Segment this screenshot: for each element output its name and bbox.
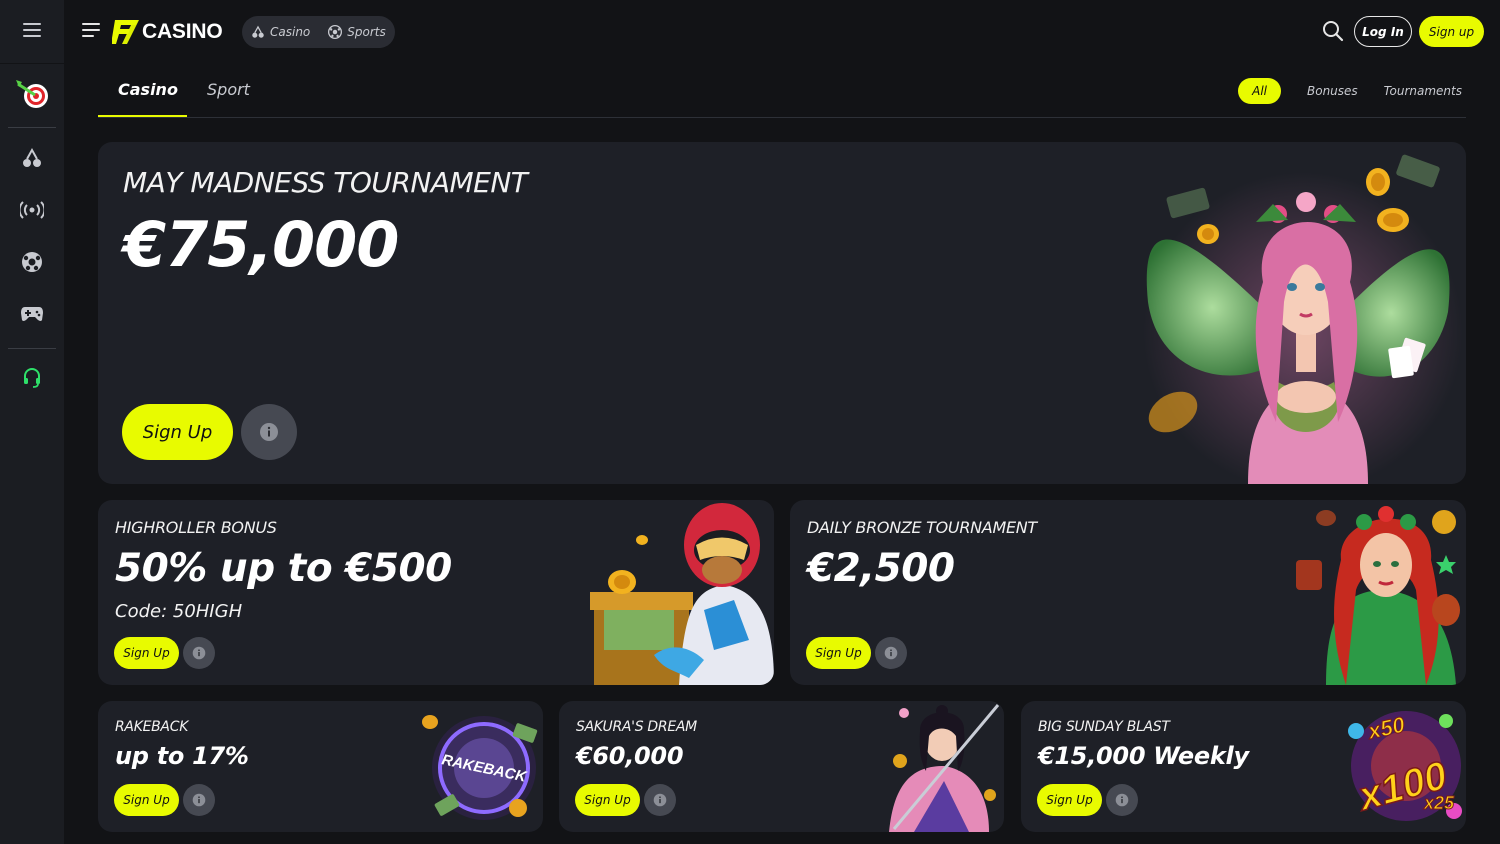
logo-text: CASINO (142, 20, 223, 43)
cherry-icon (21, 147, 43, 173)
tab-casino[interactable]: Casino (118, 80, 178, 99)
dart-target-icon (12, 74, 52, 118)
promo-amount: 50% up to €500 (115, 546, 452, 591)
promo-title: SAKURA'S DREAM (576, 719, 697, 735)
logo-mark-icon (112, 20, 139, 44)
sign-up-button[interactable]: Sign Up (114, 784, 179, 816)
info-icon (1115, 793, 1129, 807)
promo-amount: €60,000 (576, 742, 684, 770)
filter-all[interactable]: All (1238, 78, 1281, 104)
sign-up-button[interactable]: Sign Up (1037, 784, 1102, 816)
promo-title: MAY MADNESS TOURNAMENT (123, 166, 528, 199)
promo-card-big-sunday-blast[interactable]: BIG SUNDAY BLAST €15,000 Weekly Sign Up … (1021, 701, 1466, 832)
multiplier-x25: x25 (1423, 793, 1455, 813)
filter-tournaments[interactable]: Tournaments (1384, 84, 1462, 98)
multiplier-burst-illustration: x50 x100 x25 (1348, 711, 1462, 821)
sidebar-item-live[interactable] (0, 192, 64, 232)
promo-title: RAKEBACK (115, 719, 189, 735)
promo-code: Code: 50HIGH (115, 601, 243, 622)
info-button[interactable] (1106, 784, 1138, 816)
mode-sports-link[interactable]: Sports (328, 25, 386, 39)
tab-sport[interactable]: Sport (207, 80, 250, 99)
sidebar-item-sports[interactable] (0, 244, 64, 284)
promo-card-rakeback[interactable]: RAKEBACK up to 17% Sign Up RAKEBACK (98, 701, 543, 832)
menu-icon (23, 22, 41, 41)
mode-casino-link[interactable]: Casino (251, 25, 310, 39)
info-button[interactable] (644, 784, 676, 816)
sidebar-item-support[interactable] (0, 360, 64, 400)
promo-card-daily-bronze[interactable]: DAILY BRONZE TOURNAMENT €2,500 Sign Up (790, 500, 1466, 685)
promo-card-may-madness[interactable]: MAY MADNESS TOURNAMENT €75,000 Sign Up (98, 142, 1466, 484)
support-headset-icon (22, 367, 42, 393)
sign-up-button[interactable]: Sign Up (806, 637, 871, 669)
sidebar-item-darts[interactable] (0, 76, 64, 116)
promo-amount: €2,500 (807, 546, 955, 591)
promo-amount: up to 17% (115, 742, 249, 770)
sign-up-button[interactable]: Sign Up (575, 784, 640, 816)
info-icon (884, 646, 898, 660)
info-button[interactable] (241, 404, 297, 460)
promo-amount: €15,000 Weekly (1038, 742, 1249, 770)
menu-icon[interactable] (82, 22, 102, 42)
promo-title: HIGHROLLER BONUS (115, 518, 277, 537)
red-haired-lady-illustration (1296, 506, 1460, 685)
info-button[interactable] (875, 637, 907, 669)
promo-card-sakura-dream[interactable]: SAKURA'S DREAM €60,000 Sign Up (559, 701, 1004, 832)
live-broadcast-icon (18, 200, 46, 224)
mode-casino-label: Casino (270, 25, 311, 39)
rakeback-badge-illustration: RAKEBACK (422, 715, 538, 820)
sidebar-item-casino[interactable] (0, 140, 64, 180)
login-button[interactable]: Log In (1354, 16, 1412, 47)
search-icon[interactable] (1322, 20, 1346, 44)
promo-card-highroller[interactable]: HIGHROLLER BONUS 50% up to €500 Code: 50… (98, 500, 774, 685)
promo-title: BIG SUNDAY BLAST (1038, 719, 1170, 735)
info-icon (260, 423, 278, 441)
gamepad-icon (20, 305, 44, 327)
signup-button[interactable]: Sign up (1419, 16, 1484, 47)
sidebar (0, 0, 64, 844)
fairy-character-illustration (1143, 154, 1463, 484)
info-button[interactable] (183, 784, 215, 816)
promo-title: DAILY BRONZE TOURNAMENT (807, 518, 1037, 537)
promo-amount: €75,000 (123, 208, 399, 281)
promo-filters: All Bonuses Tournaments (1238, 78, 1462, 104)
mode-switch: Casino Sports (242, 16, 395, 48)
info-icon (192, 793, 206, 807)
sidebar-item-games[interactable] (0, 296, 64, 336)
sign-up-button[interactable]: Sign Up (122, 404, 233, 460)
category-tabs: Casino Sport All Bonuses Tournaments (98, 64, 1466, 118)
casino-logo[interactable]: CASINO (112, 18, 223, 46)
mode-sports-label: Sports (347, 25, 386, 39)
sidebar-toggle[interactable] (0, 0, 64, 64)
active-tab-indicator (98, 115, 187, 117)
filter-bonuses[interactable]: Bonuses (1307, 84, 1358, 98)
soccer-ball-icon (328, 25, 343, 39)
soccer-ball-icon (21, 251, 43, 277)
racer-treasure-illustration (590, 503, 774, 685)
sign-up-button[interactable]: Sign Up (114, 637, 179, 669)
top-bar: CASINO Casino Sports Log In Sign up (64, 0, 1500, 64)
samurai-girl-illustration (889, 704, 1000, 832)
cherry-icon (252, 25, 264, 38)
info-icon (653, 793, 667, 807)
info-button[interactable] (183, 637, 215, 669)
info-icon (192, 646, 206, 660)
